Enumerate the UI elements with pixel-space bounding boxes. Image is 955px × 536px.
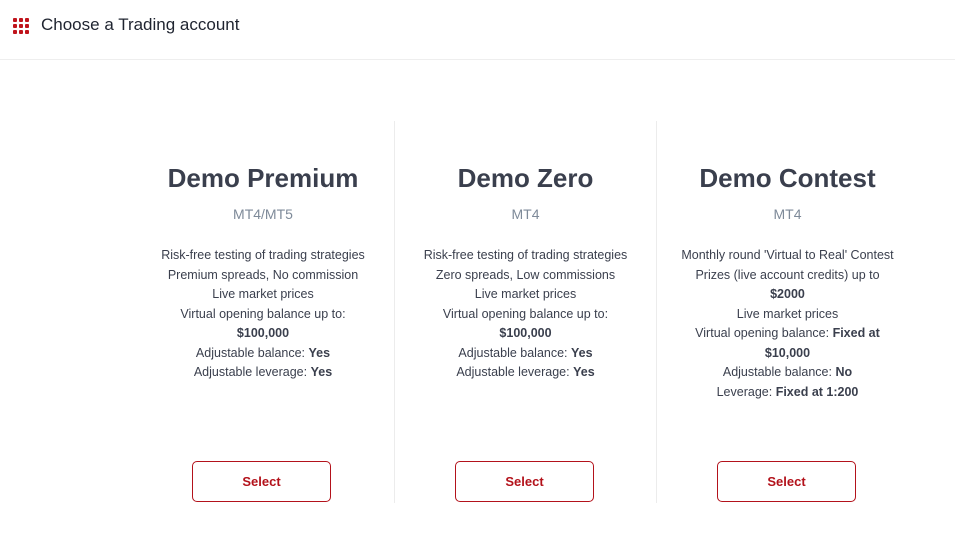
feature-text: Adjustable balance: (195, 345, 306, 360)
feature-text: Virtual opening balance: (695, 326, 830, 340)
feature-line: Prizes (live account credits) up to $2000 (677, 266, 898, 305)
feature-text: Risk-free testing of trading strategies (161, 248, 365, 262)
feature-value: Yes (310, 365, 333, 379)
feature-line: Zero spreads, Low commissions (415, 266, 636, 286)
feature-line: Live market prices (152, 285, 374, 305)
card-platform: MT4 (511, 206, 540, 222)
card-demo-premium: Demo Premium MT4/MT5 Risk-free testing o… (132, 121, 394, 503)
feature-text: Virtual opening balance up to: (180, 306, 346, 321)
feature-line: Adjustable balance: Yes (152, 344, 374, 364)
card-demo-contest: Demo Contest MT4 Monthly round 'Virtual … (656, 121, 918, 503)
feature-line: Monthly round 'Virtual to Real' Contest (677, 246, 898, 266)
feature-line: Premium spreads, No commission (152, 266, 374, 286)
card-demo-zero: Demo Zero MT4 Risk-free testing of tradi… (394, 121, 656, 503)
feature-line: Virtual opening balance up to: $100,000 (415, 305, 636, 344)
feature-value: No (835, 365, 853, 379)
card-platform: MT4/MT5 (233, 206, 293, 222)
card-features: Monthly round 'Virtual to Real' Contest P… (677, 246, 898, 402)
card-platform: MT4 (773, 206, 802, 222)
feature-value: Fixed at 1:200 (775, 384, 859, 399)
select-demo-contest-button[interactable]: Select (717, 461, 856, 502)
feature-line: Risk-free testing of trading strategies (415, 246, 636, 266)
select-demo-zero-button[interactable]: Select (455, 461, 594, 502)
feature-text: Prizes (live account credits) up to (695, 267, 880, 282)
card-title: Demo Premium (167, 163, 359, 193)
feature-text: Zero spreads, Low commissions (435, 267, 616, 282)
feature-text: Adjustable leverage: (193, 365, 308, 379)
feature-line: Virtual opening balance up to: $100,000 (152, 305, 374, 344)
feature-text: Premium spreads, No commission (167, 267, 359, 282)
page-title: Choose a Trading account (41, 15, 240, 34)
card-title: Demo Zero (457, 163, 594, 193)
page-header: Choose a Trading account (0, 0, 955, 60)
feature-value: $2000 (770, 287, 805, 301)
feature-text: Monthly round 'Virtual to Real' Contest (681, 248, 894, 262)
feature-text: Live market prices (736, 306, 839, 321)
feature-value: Yes (308, 345, 331, 360)
feature-line: Risk-free testing of trading strategies (152, 246, 374, 266)
feature-line: Adjustable leverage: Yes (152, 363, 374, 383)
feature-text: Live market prices (474, 287, 577, 301)
feature-text: Adjustable balance: (722, 365, 832, 379)
feature-text: Adjustable leverage: (456, 365, 570, 379)
select-demo-premium-button[interactable]: Select (192, 461, 331, 502)
card-features: Risk-free testing of trading strategies P… (152, 246, 374, 383)
card-features: Risk-free testing of trading strategies Z… (415, 246, 636, 383)
feature-value: Yes (573, 365, 595, 379)
feature-line: Adjustable leverage: Yes (415, 363, 636, 383)
feature-text: Leverage: (716, 384, 773, 399)
account-cards: Demo Premium MT4/MT5 Risk-free testing o… (132, 121, 918, 503)
feature-line: Adjustable balance: Yes (415, 344, 636, 364)
feature-text: Virtual opening balance up to: (442, 306, 609, 321)
feature-text: Live market prices (212, 287, 314, 301)
feature-line: Live market prices (677, 305, 898, 325)
feature-line: Leverage: Fixed at 1:200 (677, 383, 898, 403)
feature-line: Adjustable balance: No (677, 363, 898, 383)
feature-value: $100,000 (499, 326, 552, 340)
feature-text: Risk-free testing of trading strategies (423, 248, 628, 262)
feature-line: Live market prices (415, 285, 636, 305)
feature-text: Adjustable balance: (458, 345, 568, 360)
feature-value: $100,000 (236, 326, 290, 340)
feature-line: Virtual opening balance: Fixed at $10,00… (677, 324, 898, 363)
grid-menu-icon[interactable] (13, 18, 29, 34)
card-title: Demo Contest (699, 163, 876, 193)
feature-value: Yes (571, 345, 593, 360)
